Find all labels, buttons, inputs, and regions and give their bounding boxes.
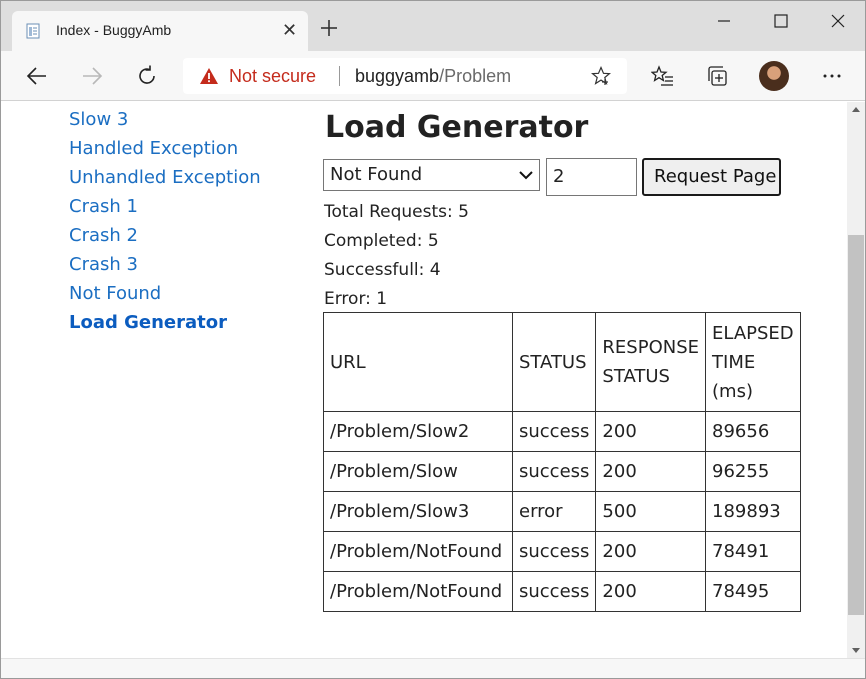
- address-separator: [339, 66, 340, 86]
- header-response-status: RESPONSE STATUS: [595, 312, 707, 412]
- tab-strip: Index - BuggyAmb ✕: [1, 1, 865, 51]
- avatar[interactable]: [759, 61, 789, 91]
- horizontal-scroll-area: [1, 658, 865, 678]
- cell-status: error: [511, 491, 597, 532]
- cell-status: success: [511, 411, 597, 452]
- problem-select[interactable]: Not Found: [323, 159, 540, 191]
- browser-tab[interactable]: Index - BuggyAmb ✕: [12, 11, 308, 51]
- nav-link-slow-3[interactable]: Slow 3: [69, 109, 128, 130]
- plus-icon[interactable]: [317, 16, 341, 40]
- document-icon: [26, 23, 40, 39]
- cell-url: /Problem/Slow3: [323, 491, 513, 532]
- page-title: Load Generator: [325, 110, 589, 145]
- cell-url: /Problem/Slow2: [323, 411, 513, 452]
- nav-link-crash-1[interactable]: Crash 1: [69, 196, 138, 217]
- header-elapsed-line-3: (ms): [712, 380, 753, 402]
- cell-status: success: [511, 531, 597, 572]
- chevron-down-icon: [519, 171, 533, 180]
- cell-elapsed: 89656: [705, 411, 801, 452]
- nav-link-load-generator[interactable]: Load Generator: [69, 312, 227, 333]
- table-row: /Problem/NotFound success 200 78491: [323, 531, 801, 572]
- favorite-star-icon[interactable]: [591, 66, 611, 86]
- cell-elapsed: 78495: [705, 571, 801, 612]
- url-path: /Problem: [439, 66, 512, 86]
- security-label[interactable]: Not secure: [229, 66, 316, 87]
- close-icon[interactable]: ✕: [282, 20, 297, 40]
- refresh-icon[interactable]: [135, 64, 159, 88]
- cell-url: /Problem/NotFound: [323, 531, 513, 572]
- cell-elapsed: 189893: [705, 491, 801, 532]
- cell-elapsed: 78491: [705, 531, 801, 572]
- table-row: /Problem/NotFound success 200 78495: [323, 571, 801, 612]
- table-row: /Problem/Slow2 success 200 89656: [323, 411, 801, 452]
- url-host: buggyamb: [355, 66, 440, 86]
- forward-arrow-icon[interactable]: [80, 64, 104, 88]
- nav-link-handled-exception[interactable]: Handled Exception: [69, 138, 238, 159]
- header-elapsed-time: ELAPSED TIME (ms): [705, 312, 801, 412]
- successful-text: Successfull: 4: [324, 260, 441, 280]
- nav-link-crash-2[interactable]: Crash 2: [69, 225, 138, 246]
- scroll-down-arrow-icon[interactable]: [852, 648, 860, 653]
- vertical-scrollbar[interactable]: [847, 102, 865, 658]
- header-elapsed-line-2: TIME: [712, 351, 756, 373]
- scroll-up-arrow-icon[interactable]: [852, 107, 860, 112]
- request-count-input[interactable]: 2: [546, 158, 637, 196]
- tab-title: Index - BuggyAmb: [56, 22, 172, 38]
- error-text: Error: 1: [324, 289, 388, 309]
- browser-toolbar: Not secure buggyamb/Problem: [1, 51, 865, 101]
- cell-url: /Problem/NotFound: [323, 571, 513, 612]
- cell-response-status: 200: [595, 571, 707, 612]
- warning-triangle-icon: [200, 68, 218, 84]
- header-status: STATUS: [511, 312, 597, 412]
- url-text[interactable]: buggyamb/Problem: [355, 66, 511, 87]
- header-response-line-1: RESPONSE: [602, 337, 700, 358]
- page-content: Slow 3 Handled Exception Unhandled Excep…: [1, 102, 847, 658]
- back-arrow-icon[interactable]: [25, 64, 49, 88]
- nav-link-crash-3[interactable]: Crash 3: [69, 254, 138, 275]
- cell-status: success: [511, 451, 597, 492]
- collections-icon[interactable]: [706, 64, 730, 88]
- header-url: URL: [323, 312, 513, 412]
- more-icon[interactable]: [820, 64, 844, 88]
- cell-response-status: 500: [595, 491, 707, 532]
- cell-response-status: 200: [595, 411, 707, 452]
- scroll-thumb[interactable]: [848, 235, 864, 615]
- request-page-button[interactable]: Request Page: [642, 158, 781, 196]
- table-row: /Problem/Slow3 error 500 189893: [323, 491, 801, 532]
- browser-window: Index - BuggyAmb ✕ Not secure buggyamb/P…: [0, 0, 866, 679]
- cell-response-status: 200: [595, 531, 707, 572]
- total-requests-text: Total Requests: 5: [324, 202, 469, 222]
- table-row: /Problem/Slow success 200 96255: [323, 451, 801, 492]
- maximize-icon[interactable]: [766, 9, 796, 33]
- cell-status: success: [511, 571, 597, 612]
- cell-elapsed: 96255: [705, 451, 801, 492]
- nav-link-unhandled-exception[interactable]: Unhandled Exception: [69, 167, 261, 188]
- nav-link-not-found[interactable]: Not Found: [69, 283, 161, 304]
- header-elapsed-line-1: ELAPSED: [712, 322, 794, 344]
- problem-select-value: Not Found: [330, 164, 423, 185]
- address-bar[interactable]: Not secure buggyamb/Problem: [183, 58, 627, 94]
- cell-response-status: 200: [595, 451, 707, 492]
- header-response-line-2: STATUS: [602, 366, 670, 387]
- favorites-list-icon[interactable]: [651, 64, 675, 88]
- minimize-icon[interactable]: [709, 9, 739, 33]
- completed-text: Completed: 5: [324, 231, 439, 251]
- cell-url: /Problem/Slow: [323, 451, 513, 492]
- table-header-row: URL STATUS RESPONSE STATUS ELAPSED TIME (ms…: [323, 312, 801, 412]
- results-table: URL STATUS RESPONSE STATUS ELAPSED TIME (ms…: [323, 312, 801, 612]
- window-close-icon[interactable]: [823, 9, 853, 33]
